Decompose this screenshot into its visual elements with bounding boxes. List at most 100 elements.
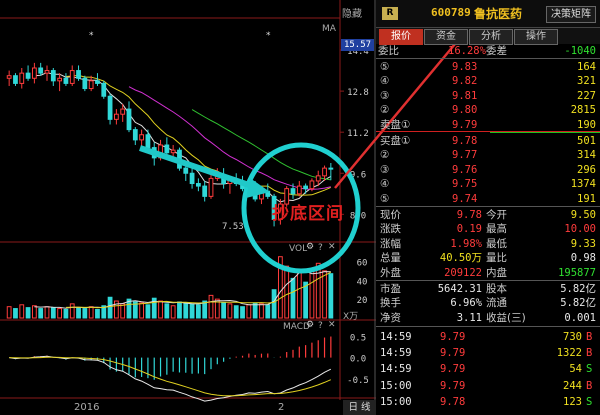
volume-bar	[38, 308, 44, 319]
bid-volume: 296	[577, 163, 596, 176]
candle-body	[6, 75, 12, 79]
tick-time: 15:00	[380, 395, 412, 408]
volume-bar	[189, 303, 195, 319]
stat-value: 9.50	[570, 209, 596, 221]
candle-body	[309, 180, 315, 190]
tab-funds[interactable]: 资金	[424, 29, 468, 45]
volume-bar	[322, 270, 327, 319]
ask-level-label: ②	[380, 104, 390, 117]
stat-label: 涨跌	[380, 223, 401, 236]
candle-body	[170, 149, 176, 154]
candle-body	[25, 72, 31, 79]
candle-body	[38, 67, 44, 74]
current-price-box: 15.57	[341, 39, 374, 51]
bid-price: 9.77	[452, 149, 478, 162]
volume-bar	[227, 303, 233, 319]
volume-bar	[183, 302, 189, 319]
volume-bar	[139, 302, 145, 319]
candle-body	[82, 77, 88, 90]
stat-label: 涨幅	[380, 237, 401, 250]
help-icon[interactable]: ?	[318, 321, 323, 331]
candle-body	[13, 75, 18, 84]
help-icon[interactable]: ?	[318, 243, 323, 253]
candle-body	[322, 167, 327, 177]
tick-price: 9.78	[440, 395, 466, 408]
macd-tick-label: 0.5	[350, 333, 366, 343]
weicha-label: 委差	[486, 45, 507, 57]
volume-bar	[50, 307, 56, 319]
ask-price: 9.80	[452, 104, 478, 117]
tab-quote[interactable]: 报价	[379, 29, 423, 45]
stat-value: 9.33	[570, 237, 596, 250]
ask-level-label: 卖盘①	[380, 118, 411, 131]
close-icon[interactable]: ✕	[328, 242, 336, 252]
tick-side: S	[586, 363, 593, 376]
volume-bar	[69, 303, 75, 319]
volume-bar	[76, 307, 81, 319]
gear-icon[interactable]: ⚙	[306, 320, 314, 330]
bid-volume: 191	[577, 192, 596, 205]
stock-code: 600789	[431, 6, 471, 19]
volume-bar	[195, 304, 201, 319]
candle-body	[189, 172, 195, 185]
bid-volume: 1374	[570, 178, 596, 191]
tab-operate[interactable]: 操作	[514, 29, 558, 45]
fund-label: 市盈	[380, 283, 401, 295]
ask-level-label: ③	[380, 89, 390, 102]
stat-label: 最低	[486, 237, 507, 250]
volume-bar	[82, 308, 88, 319]
volume-bar	[290, 277, 296, 319]
daily-tab[interactable]: 日 线	[343, 400, 376, 415]
vol-tick-label: 60	[357, 258, 368, 268]
volume-bar	[246, 304, 252, 319]
tick-volume: 730	[563, 331, 582, 343]
candle-body	[315, 175, 321, 182]
volume-bar	[88, 306, 94, 319]
tick-volume: 123	[563, 395, 582, 408]
tick-price: 9.79	[440, 379, 466, 392]
candle-body	[328, 167, 334, 170]
bid-level-label: ②	[380, 149, 390, 162]
fund-label: 换手	[380, 297, 401, 310]
candle-body	[95, 80, 100, 84]
volume-bar	[265, 304, 271, 319]
ask-volume: 164	[577, 61, 596, 73]
candle-body	[303, 185, 309, 190]
ask-price: 9.83	[452, 61, 478, 73]
volume-bar	[145, 304, 151, 319]
stat-value: 0.98	[570, 252, 596, 265]
macd-tick-label: 0.0	[350, 355, 366, 365]
volume-bar	[271, 289, 277, 319]
ask-price: 9.81	[452, 89, 478, 102]
volume-bar	[309, 268, 315, 319]
ask-volume: 321	[577, 75, 596, 88]
gear-icon[interactable]: ⚙	[306, 242, 314, 252]
volume-bar	[95, 309, 100, 319]
volume-bar	[328, 273, 334, 319]
tab-analysis[interactable]: 分析	[469, 29, 513, 45]
tick-side: B	[586, 347, 593, 360]
candle-body	[19, 72, 25, 84]
weicha-value: -1040	[564, 45, 596, 57]
x-label-month: 2	[278, 402, 285, 413]
bid-volume: 501	[577, 135, 596, 147]
weibi-value: 16.28%	[448, 45, 486, 57]
weibi-row: 委比	[378, 44, 399, 58]
volume-bar	[57, 308, 63, 319]
decision-matrix-button[interactable]: 决策矩阵	[546, 6, 596, 23]
volume-bar	[13, 308, 18, 319]
stat-label: 最高	[486, 223, 507, 236]
hide-label[interactable]: 隐藏	[342, 5, 362, 20]
candle-body	[195, 183, 201, 187]
fund-label: 收益(三)	[486, 311, 526, 324]
x-label-year: 2016	[74, 402, 100, 413]
low-price-marker: 7.53	[222, 222, 244, 232]
vol-label: VOL	[289, 244, 308, 254]
volume-bar	[170, 305, 176, 319]
close-icon[interactable]: ✕	[328, 320, 336, 330]
candle-body	[113, 113, 119, 120]
volume-bar	[315, 262, 321, 319]
stat-label: 现价	[380, 209, 401, 221]
r-badge: R	[382, 7, 398, 20]
vol-tick-label: 20	[357, 296, 368, 306]
